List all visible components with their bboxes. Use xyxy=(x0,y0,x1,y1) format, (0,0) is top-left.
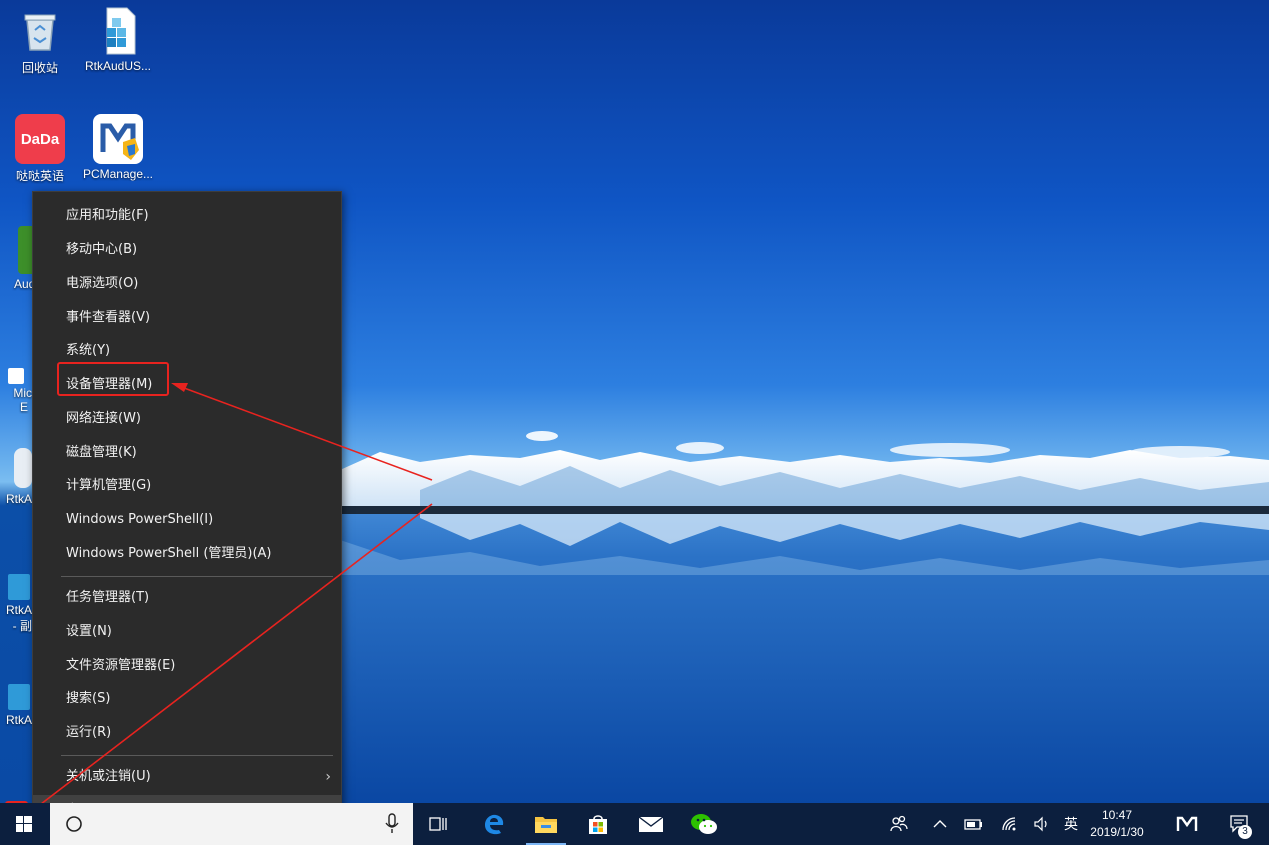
desktop-icon-rtka-copy[interactable]: RtkA - 副 xyxy=(0,574,32,634)
installer-package-icon xyxy=(8,684,30,710)
taskbar-clock[interactable]: 10:47 2019/1/30 xyxy=(1081,807,1153,841)
installer-package-icon xyxy=(93,6,143,56)
dada-app-icon: DaDa xyxy=(15,114,65,164)
menu-item-event-viewer[interactable]: 事件查看器(V) xyxy=(33,302,341,334)
people-button[interactable] xyxy=(884,803,914,845)
menu-item-settings[interactable]: 设置(N) xyxy=(33,616,341,648)
menu-item-powershell[interactable]: Windows PowerShell(I) xyxy=(33,504,341,536)
desktop-icon-label: RtkA xyxy=(5,603,32,617)
network-status-button[interactable] xyxy=(996,803,1024,845)
menu-item-file-explorer[interactable]: 文件资源管理器(E) xyxy=(33,650,341,682)
battery-icon xyxy=(964,819,982,830)
chevron-up-icon xyxy=(933,820,947,828)
show-hidden-icons-button[interactable] xyxy=(928,803,952,845)
menu-item-computer-management[interactable]: 计算机管理(G) xyxy=(33,470,341,502)
volume-icon xyxy=(1034,816,1047,832)
desktop-icon-pcmanager[interactable]: PCManage... xyxy=(78,114,158,181)
dada-logo-text: DaDa xyxy=(20,130,60,148)
document-icon xyxy=(14,448,32,488)
menu-item-task-manager[interactable]: 任务管理器(T) xyxy=(33,582,341,614)
microphone-icon[interactable] xyxy=(384,813,400,835)
taskbar-store-button[interactable] xyxy=(574,803,622,845)
pcmanager-tray-button[interactable] xyxy=(1172,803,1202,845)
task-view-icon xyxy=(429,817,447,831)
menu-item-label: 关机或注销(U) xyxy=(66,769,151,784)
recycle-bin-icon xyxy=(15,6,65,56)
menu-item-mobility-center[interactable]: 移动中心(B) xyxy=(33,234,341,266)
winx-context-menu: 应用和功能(F) 移动中心(B) 电源选项(O) 事件查看器(V) 系统(Y) … xyxy=(32,191,342,834)
desktop-icon-label: RtkA xyxy=(5,492,32,506)
pcmanager-icon xyxy=(93,114,143,164)
desktop-icon-edge-shortcut[interactable]: Mic E xyxy=(0,340,32,414)
taskbar-edge-button[interactable] xyxy=(470,803,518,845)
menu-item-disk-management[interactable]: 磁盘管理(K) xyxy=(33,437,341,469)
menu-item-shutdown-signout[interactable]: 关机或注销(U) › xyxy=(33,761,341,793)
desktop-icon-label: 哒哒英语 xyxy=(15,169,64,183)
annotation-highlight-box xyxy=(57,362,169,396)
task-view-button[interactable] xyxy=(415,803,463,845)
desktop-icon-label: - 副 xyxy=(12,619,32,633)
desktop-icon-rtkaudus[interactable]: RtkAudUS... xyxy=(78,6,158,73)
taskbar: 英 10:47 2019/1/30 3 xyxy=(0,803,1269,845)
desktop-icon-rtka-1[interactable]: RtkA xyxy=(0,448,32,506)
start-button[interactable] xyxy=(0,803,50,845)
edge-browser-icon xyxy=(485,814,504,835)
notification-count-badge: 3 xyxy=(1238,825,1252,839)
installer-package-icon xyxy=(8,574,30,600)
menu-item-power-options[interactable]: 电源选项(O) xyxy=(33,268,341,300)
desktop-icon-label: RtkA xyxy=(5,713,32,727)
desktop-icon-label: RtkAudUS... xyxy=(84,59,152,73)
pcmanager-tray-icon xyxy=(1176,816,1198,831)
menu-item-powershell-admin[interactable]: Windows PowerShell (管理员)(A) xyxy=(33,538,341,570)
taskbar-mail-button[interactable] xyxy=(627,803,675,845)
taskbar-search-input[interactable] xyxy=(50,803,413,845)
desktop-icon-label: E xyxy=(19,400,28,414)
desktop-icon-recycle-bin[interactable]: 回收站 xyxy=(0,6,80,76)
wifi-icon xyxy=(1002,817,1016,831)
windows-logo-icon xyxy=(16,816,32,832)
volume-button[interactable] xyxy=(1028,803,1056,845)
desktop-icon-label: Mic xyxy=(13,386,32,400)
search-icon xyxy=(66,816,82,832)
desktop-icon-label: PCManage... xyxy=(82,167,154,181)
menu-separator xyxy=(61,755,333,756)
clock-time: 10:47 xyxy=(1101,808,1133,822)
taskbar-wechat-button[interactable] xyxy=(680,803,728,845)
store-bag-icon xyxy=(589,815,607,834)
menu-separator xyxy=(61,576,333,577)
mail-icon xyxy=(638,816,664,832)
menu-item-run[interactable]: 运行(R) xyxy=(33,717,341,749)
wechat-icon xyxy=(691,814,717,834)
menu-item-search[interactable]: 搜索(S) xyxy=(33,683,341,715)
taskbar-file-explorer-button[interactable] xyxy=(522,803,570,845)
chevron-right-icon: › xyxy=(325,769,331,785)
desktop-icon-dada[interactable]: DaDa 哒哒英语 xyxy=(0,114,80,184)
desktop-icon-rtka-2[interactable]: RtkA xyxy=(0,684,32,727)
folder-icon xyxy=(535,817,557,833)
action-center-button[interactable]: 3 xyxy=(1222,803,1258,845)
menu-item-network-connections[interactable]: 网络连接(W) xyxy=(33,403,341,435)
battery-status-button[interactable] xyxy=(960,803,988,845)
shortcut-arrow-icon xyxy=(8,368,24,384)
menu-item-apps-features[interactable]: 应用和功能(F) xyxy=(33,200,341,232)
clock-date: 2019/1/30 xyxy=(1090,825,1144,839)
desktop-icon-label: 回收站 xyxy=(21,61,58,75)
people-icon xyxy=(890,815,908,832)
